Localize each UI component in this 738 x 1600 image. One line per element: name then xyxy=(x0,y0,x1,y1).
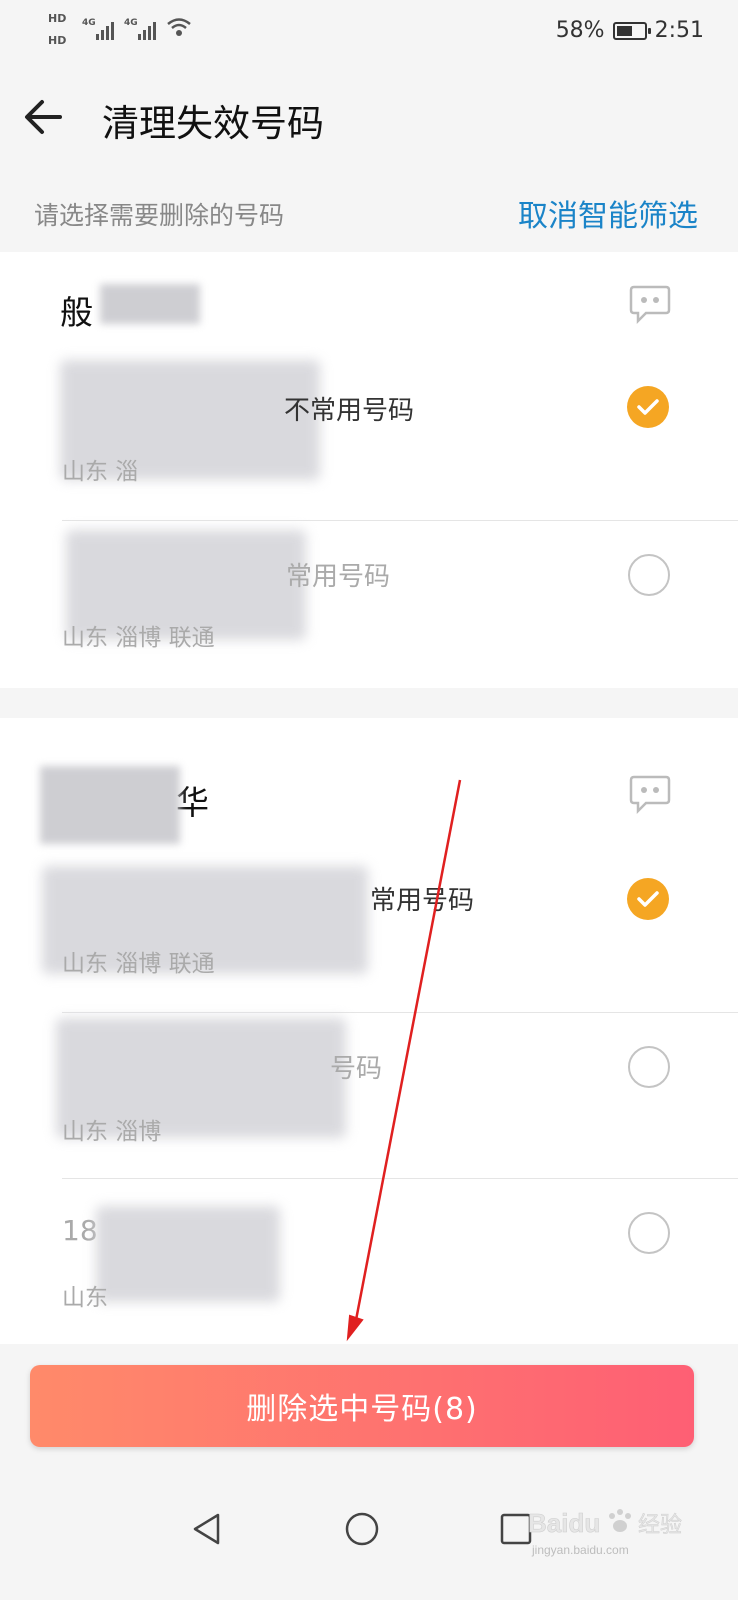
status-bar: HD HD 4G 4G 58% 2:51 xyxy=(0,0,738,60)
status-right: 58% 2:51 xyxy=(556,18,704,43)
battery-icon xyxy=(612,21,651,40)
phone-number: 18 xyxy=(62,1214,98,1247)
privacy-mosaic xyxy=(100,284,200,324)
number-location: 山东 淄博 xyxy=(62,1119,162,1145)
number-location: 山东 淄博 联通 xyxy=(62,625,215,651)
wifi-icon xyxy=(166,16,192,44)
watermark-url: jingyan.baidu.com xyxy=(531,1543,629,1557)
delete-selected-button[interactable]: 删除选中号码(8) xyxy=(30,1365,694,1447)
number-note: 常用号码 xyxy=(286,562,391,592)
contact-group-1: 般 不常用号码 山东 淄 常用号码 山东 淄博 联通 xyxy=(0,252,738,688)
contact-name: 般 xyxy=(60,293,93,332)
watermark-text-cn: 经验 xyxy=(638,1513,682,1538)
delete-button-label: 删除选中号码(8) xyxy=(246,1392,478,1427)
hd2-indicator: HD xyxy=(48,34,67,47)
page-title: 清理失效号码 xyxy=(102,102,324,145)
back-arrow-icon xyxy=(25,100,62,134)
nav-back-icon[interactable] xyxy=(190,1512,224,1546)
divider xyxy=(62,1012,738,1013)
net2-label: 4G xyxy=(124,18,138,28)
number-note: 不常用号码 xyxy=(284,396,415,426)
number-note: 常用号码 xyxy=(370,886,475,916)
contact-name: 华 xyxy=(176,783,209,822)
number-note: 号码 xyxy=(330,1054,383,1084)
number-location: 山东 淄 xyxy=(62,459,139,485)
net1-label: 4G xyxy=(82,18,96,28)
privacy-mosaic xyxy=(96,1206,280,1302)
instruction-text: 请选择需要删除的号码 xyxy=(34,201,285,230)
number-location: 山东 淄博 联通 xyxy=(62,951,215,977)
checkbox-checked[interactable] xyxy=(627,878,669,920)
back-button[interactable] xyxy=(22,95,66,139)
checkmark-icon xyxy=(637,891,659,907)
divider xyxy=(62,1178,738,1179)
divider xyxy=(62,520,738,521)
nav-home-icon[interactable] xyxy=(343,1510,381,1548)
baidu-jingyan-watermark: Baidu 经验 jingyan.baidu.com xyxy=(528,1502,698,1562)
signal-icon-sim1: 4G xyxy=(82,16,122,46)
signal-icon-sim2: 4G xyxy=(124,16,164,46)
checkmark-icon xyxy=(637,399,659,415)
message-icon[interactable] xyxy=(628,774,672,815)
battery-percent: 58% xyxy=(555,18,605,43)
clock: 2:51 xyxy=(654,18,704,43)
number-location: 山东 xyxy=(62,1285,108,1311)
checkbox-checked[interactable] xyxy=(627,386,669,428)
checkbox-unchecked[interactable] xyxy=(628,1212,670,1254)
watermark-text-main: Baidu xyxy=(528,1508,600,1538)
contact-group-2: 华 常用号码 山东 淄博 联通 号码 山东 淄博 18 山东 xyxy=(0,718,738,1344)
hd1-indicator: HD xyxy=(48,12,67,25)
checkbox-unchecked[interactable] xyxy=(628,1046,670,1088)
cancel-smart-filter-button[interactable]: 取消智能筛选 xyxy=(518,191,698,235)
message-icon[interactable] xyxy=(628,284,672,325)
baidu-paw-logo-icon: Baidu 经验 jingyan.baidu.com xyxy=(528,1508,683,1557)
checkbox-unchecked[interactable] xyxy=(628,554,670,596)
privacy-mosaic xyxy=(40,766,180,844)
